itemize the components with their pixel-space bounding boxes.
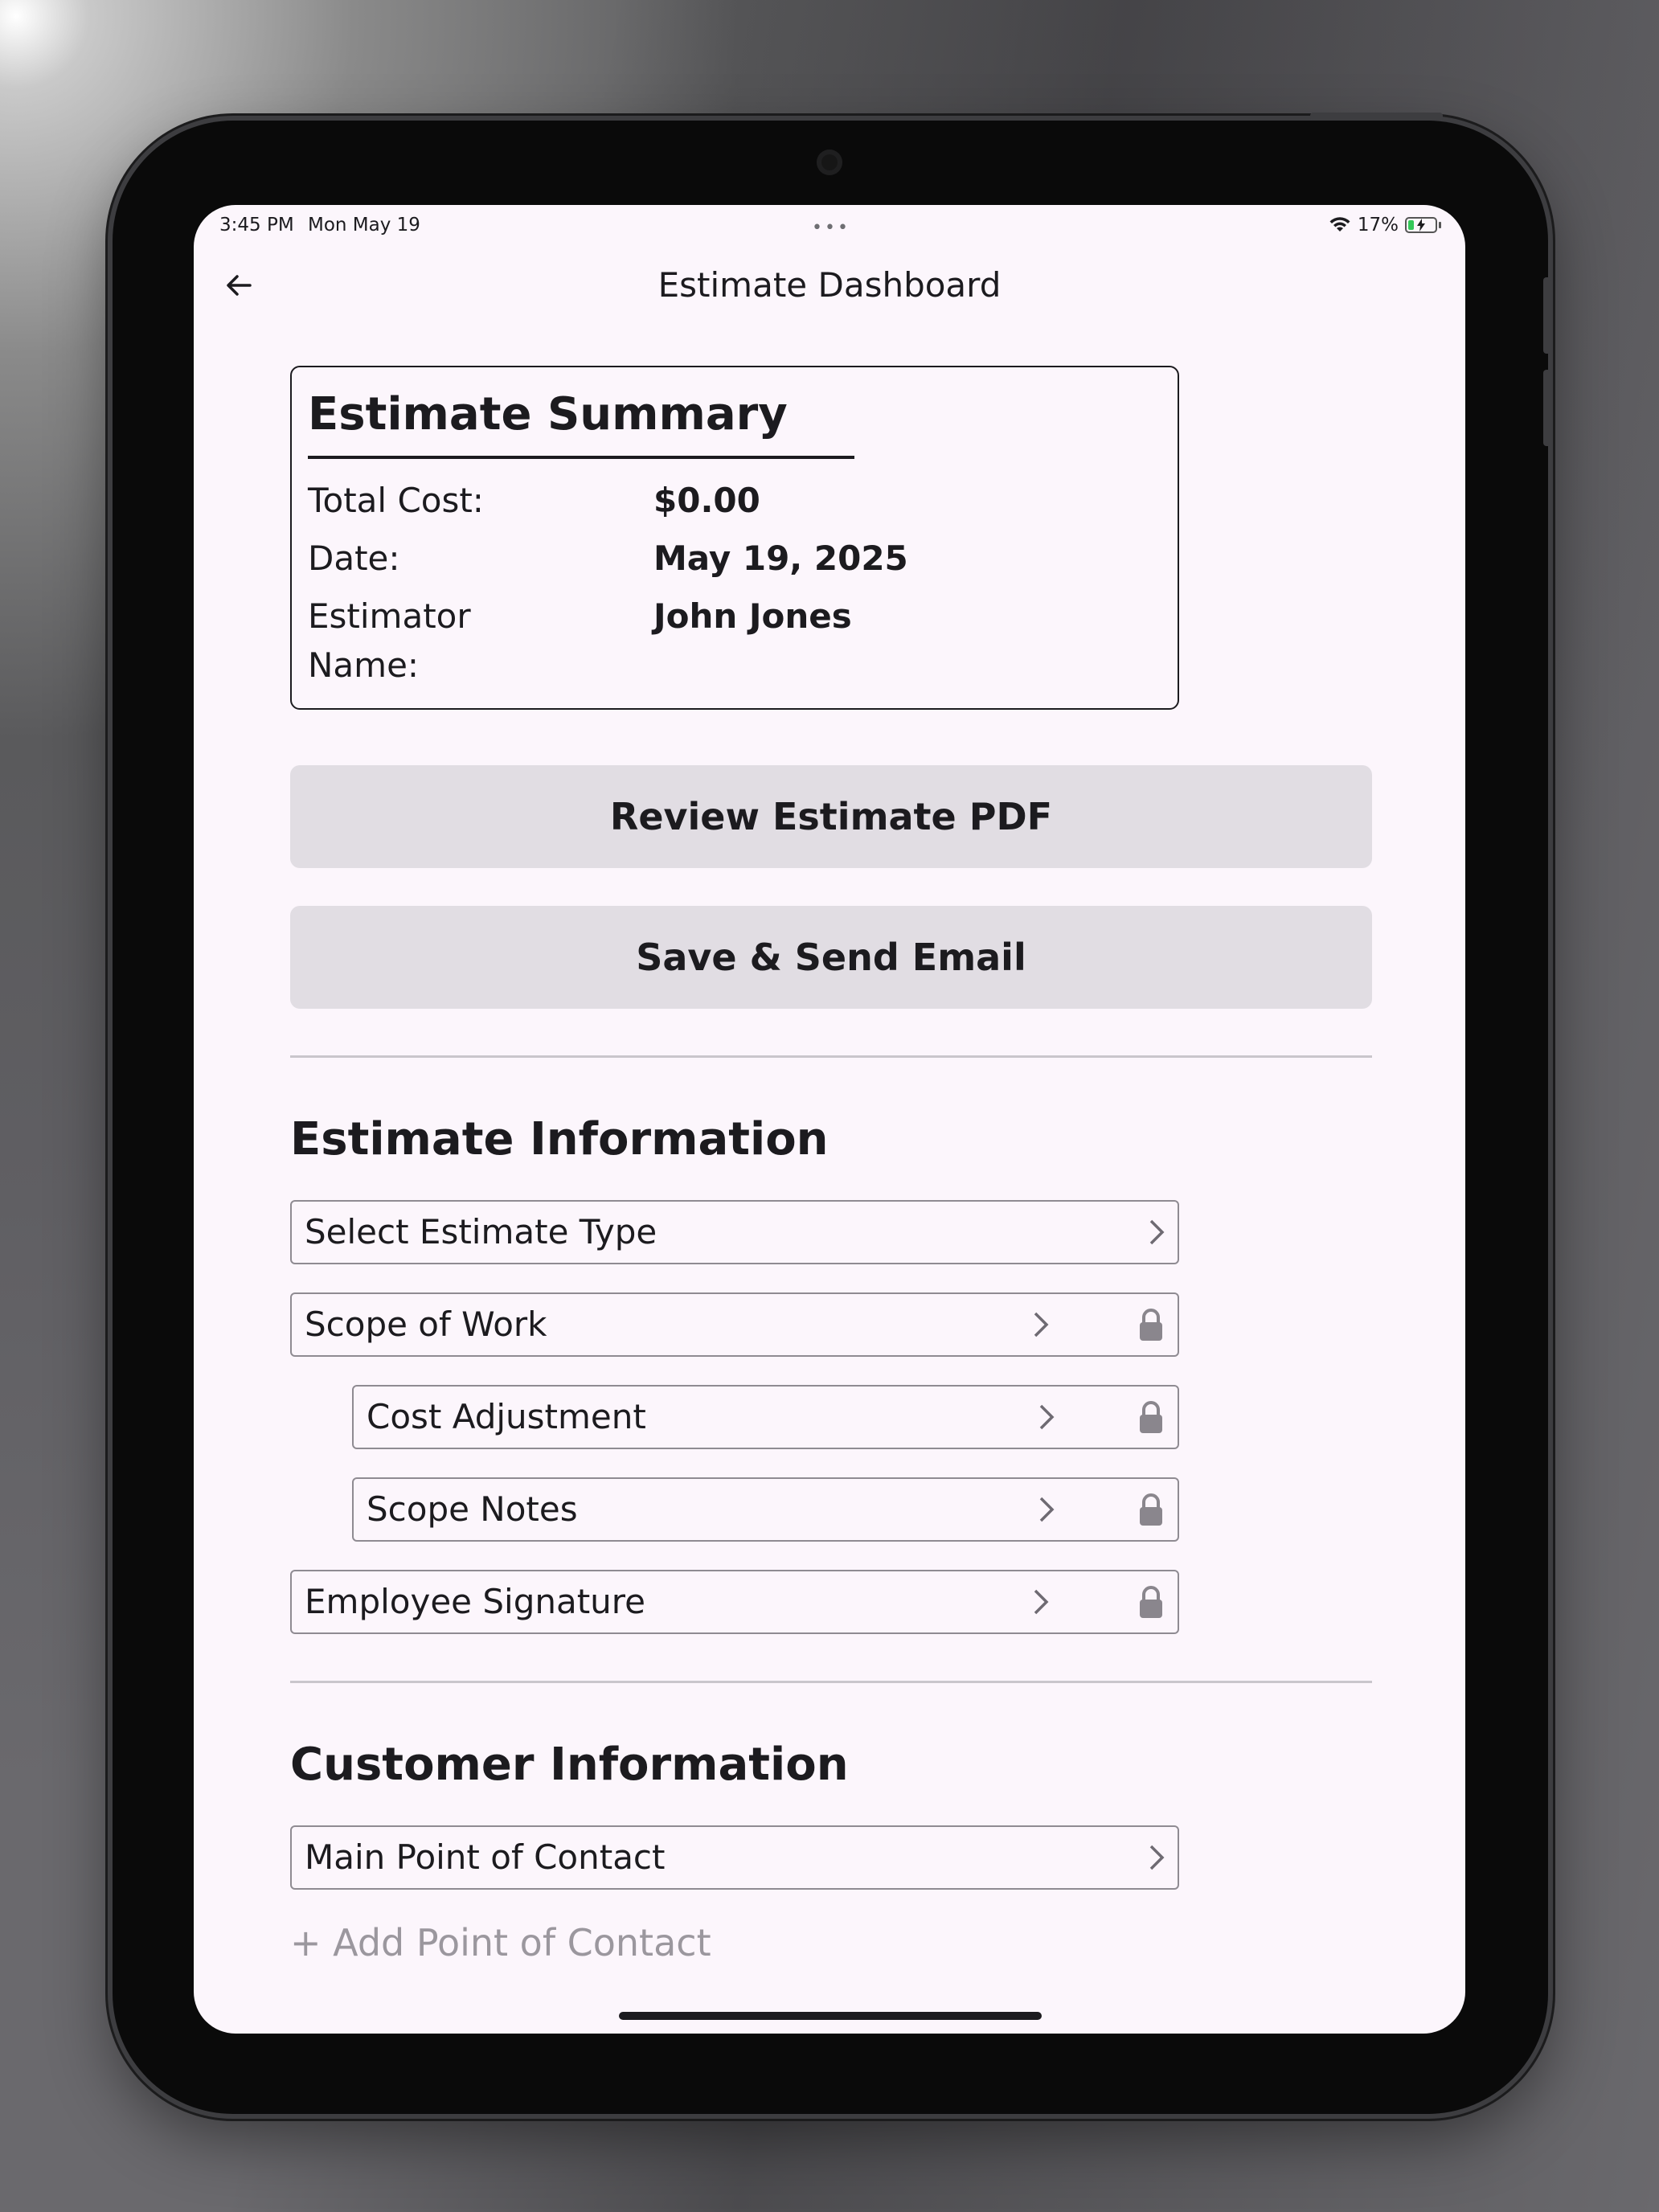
battery-icon	[1405, 217, 1437, 233]
chevron-right-icon	[1034, 1312, 1049, 1337]
add-point-of-contact-link[interactable]: + Add Point of Contact	[290, 1921, 711, 1964]
lock-icon	[1140, 1309, 1162, 1341]
divider	[290, 1055, 1372, 1058]
chevron-right-icon	[1039, 1404, 1055, 1430]
scope-notes-row[interactable]: Scope Notes	[352, 1477, 1179, 1542]
row-label: Scope Notes	[367, 1489, 578, 1529]
main-point-of-contact-row[interactable]: Main Point of Contact	[290, 1825, 1179, 1890]
estimate-information-heading: Estimate Information	[290, 1113, 829, 1165]
page-title: Estimate Dashboard	[657, 265, 1002, 305]
review-estimate-pdf-button[interactable]: Review Estimate PDF	[290, 765, 1372, 868]
estimator-label-line2: Name:	[308, 645, 420, 685]
date-label: Date:	[308, 539, 400, 578]
divider	[290, 1681, 1372, 1683]
battery-percent: 17%	[1357, 215, 1399, 236]
customer-information-heading: Customer Information	[290, 1739, 849, 1791]
top-power-button	[1310, 113, 1443, 121]
status-indicators: 17%	[1329, 215, 1441, 236]
chevron-right-icon	[1034, 1589, 1049, 1615]
row-label: Employee Signature	[305, 1582, 645, 1621]
row-label: Main Point of Contact	[305, 1837, 666, 1877]
select-estimate-type-row[interactable]: Select Estimate Type	[290, 1200, 1179, 1264]
employee-signature-row[interactable]: Employee Signature	[290, 1570, 1179, 1634]
cost-adjustment-row[interactable]: Cost Adjustment	[352, 1385, 1179, 1449]
estimator-name-value: John Jones	[653, 596, 852, 636]
chevron-right-icon	[1149, 1845, 1165, 1870]
summary-title-underline	[308, 456, 854, 459]
lock-icon	[1140, 1586, 1162, 1618]
estimator-label: Estimator	[308, 596, 471, 636]
lock-icon	[1140, 1493, 1162, 1526]
lock-icon	[1140, 1401, 1162, 1433]
summary-title: Estimate Summary	[308, 388, 788, 440]
volume-down-button	[1543, 370, 1551, 446]
scope-of-work-row[interactable]: Scope of Work	[290, 1292, 1179, 1357]
row-label: Scope of Work	[305, 1305, 547, 1344]
row-label: Cost Adjustment	[367, 1397, 646, 1436]
status-date: Mon May 19	[308, 215, 420, 236]
app-screen: 3:45 PM Mon May 19 ••• 17% Estimate Dash…	[194, 205, 1465, 2034]
estimate-summary-card: Estimate Summary Total Cost: $0.00 Date:…	[290, 366, 1179, 710]
save-send-email-button[interactable]: Save & Send Email	[290, 906, 1372, 1009]
home-indicator[interactable]	[619, 2012, 1042, 2020]
row-label: Select Estimate Type	[305, 1212, 657, 1251]
chevron-right-icon	[1039, 1497, 1055, 1522]
battery-tip	[1439, 222, 1441, 228]
wifi-icon	[1329, 217, 1350, 231]
date-value: May 19, 2025	[653, 539, 908, 578]
multitasking-dots-icon[interactable]: •••	[812, 218, 850, 238]
total-cost-label: Total Cost:	[308, 481, 484, 520]
status-time: 3:45 PM	[219, 215, 294, 236]
total-cost-value: $0.00	[653, 481, 760, 520]
charging-bolt-icon	[1417, 219, 1425, 231]
battery-level	[1408, 220, 1414, 230]
front-camera	[817, 150, 842, 175]
volume-up-button	[1543, 277, 1551, 354]
chevron-right-icon	[1149, 1219, 1165, 1245]
